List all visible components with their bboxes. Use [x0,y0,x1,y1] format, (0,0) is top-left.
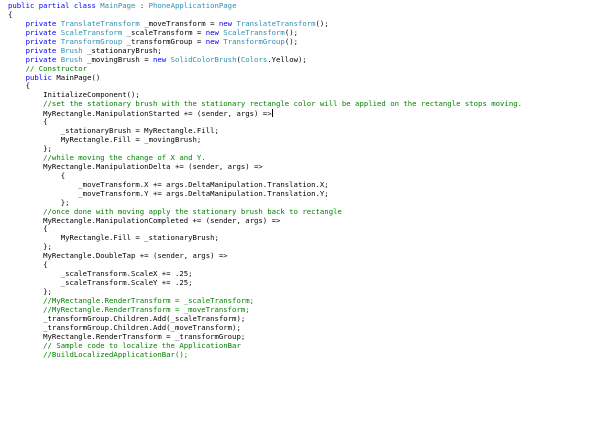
code-token: //set the stationary brush with the stat… [8,99,522,109]
code-token: ScaleTransform [60,27,123,37]
code-token: .Yellow); [267,54,307,64]
code-token: public partial class [8,1,101,10]
code-line: MyRectangle.ManipulationDelta += (sender… [8,161,602,172]
code-token: MyRectangle.ManipulationDelta += (sender… [8,161,263,171]
code-token: TranslateTransform [60,18,140,28]
code-token: _transformGroup = [122,36,206,46]
code-token: { [8,170,66,180]
code-token: Brush [60,45,83,55]
code-token: private [8,36,61,46]
code-token: InitializeComponent(); [8,90,140,100]
code-line: public partial class MainPage : PhoneApp… [8,1,602,11]
code-token: { [8,117,48,127]
code-line: MyRectangle.DoubleTap += (sender, args) … [8,251,602,261]
code-line: public MainPage() [8,72,602,83]
code-token: { [8,81,30,91]
code-token: //BuildLocalizedApplicationBar(); [8,349,189,359]
code-token: TranslateTransform [236,18,316,28]
code-token: MyRectangle.Fill = _stationaryBrush; [8,233,219,243]
code-token: new [218,18,237,28]
code-token: //MyRectangle.RenderTransform = _moveTra… [8,304,250,314]
code-token: _transformGroup.Children.Add(_moveTransf… [8,322,241,332]
code-token: _stationaryBrush = MyRectangle.Fill; [8,126,219,136]
code-token: private [8,27,61,37]
code-token: }; [8,197,70,207]
code-token: { [8,9,13,19]
code-line: //set the stationary brush with the stat… [8,99,602,109]
code-token: private [8,45,61,55]
code-token: new [152,54,171,64]
code-line: MyRectangle.Fill = _stationaryBrush; [8,233,602,243]
code-editor[interactable]: public partial class MainPage : PhoneApp… [0,0,602,440]
code-token: (); [315,18,329,28]
code-token: SolidColorBrush [170,54,237,64]
code-token: _moveTransform = [139,18,219,28]
code-token: _movingBrush = [82,54,153,64]
code-token: // Constructor [8,63,88,73]
code-token: MainPage() [56,72,101,82]
code-token: public [8,72,57,82]
code-token: new [205,36,224,46]
code-token: }; [8,242,52,252]
code-token: _stationaryBrush; [82,45,162,55]
code-token: Brush [60,54,83,64]
code-line: private Brush _movingBrush = new SolidCo… [8,54,602,65]
code-text-area[interactable]: public partial class MainPage : PhoneApp… [8,1,602,360]
code-token: new [205,27,224,37]
code-token: }; [8,144,52,153]
code-token: _scaleTransform.ScaleY += .25; [8,278,193,288]
code-line: _scaleTransform.ScaleY += .25; [8,278,602,288]
code-token: //while moving the change of X and Y. [8,152,206,162]
code-token: private [8,18,61,28]
code-line: MyRectangle.ManipulationCompleted += (se… [8,215,602,226]
code-line: MyRectangle.Fill = _movingBrush; [8,135,602,145]
text-cursor [271,109,273,118]
code-token: MyRectangle.Fill = _movingBrush; [8,135,202,145]
code-line: MyRectangle.ManipulationStarted += (send… [8,109,602,118]
code-token: MyRectangle.ManipulationCompleted += (se… [8,215,281,225]
code-token: ScaleTransform [223,27,285,37]
code-token: TransformGroup [60,36,123,46]
code-token: TransformGroup [223,36,285,46]
code-token: _transformGroup.Children.Add(_scaleTrans… [8,313,246,323]
code-token: _moveTransform.Y += args.DeltaManipulati… [8,188,329,198]
code-token: { [8,260,48,270]
code-token: _scaleTransform = [122,27,206,37]
code-token: PhoneApplicationPage [148,1,237,10]
code-token: // Sample code to localize the Applicati… [8,340,241,350]
code-token: //once done with moving apply the statio… [8,206,342,216]
code-token: { [8,224,48,234]
code-token: (); [284,27,298,37]
code-line: //BuildLocalizedApplicationBar(); [8,349,602,360]
code-token: : [135,1,149,10]
code-token: MainPage [100,1,136,10]
code-token: MyRectangle.DoubleTap += (sender, args) … [8,251,228,261]
code-token: (); [284,36,298,46]
code-line: _moveTransform.Y += args.DeltaManipulati… [8,188,602,199]
code-token: MyRectangle.RenderTransform = _transform… [8,331,246,341]
code-token: Colors [240,54,268,64]
code-token: //MyRectangle.RenderTransform = _scaleTr… [8,295,255,305]
code-token: _moveTransform.X += args.DeltaManipulati… [8,179,329,189]
code-token: private [8,54,61,64]
code-token: }; [8,287,52,296]
code-token: _scaleTransform.ScaleX += .25; [8,269,193,279]
